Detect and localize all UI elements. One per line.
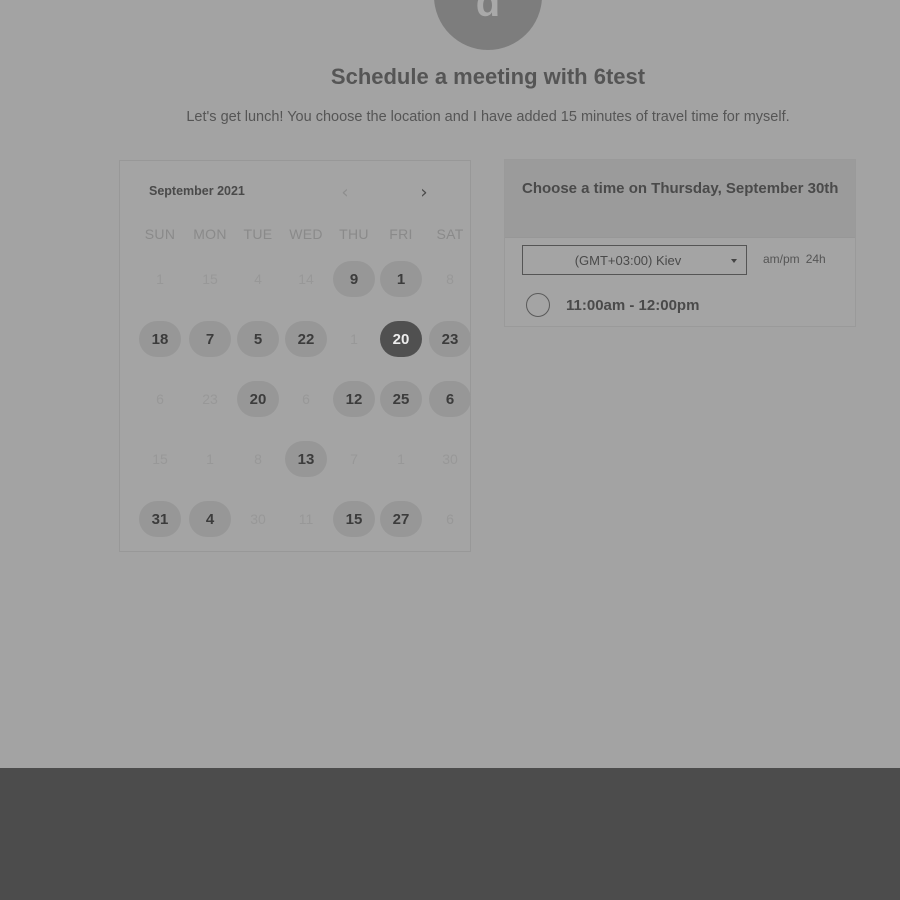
day-cell[interactable]: 23 — [429, 321, 471, 357]
time-slot-label: 11:00am - 12:00pm — [566, 296, 700, 314]
day-cell[interactable]: 4 — [189, 501, 231, 537]
day-cell[interactable]: 9 — [333, 261, 375, 297]
timezone-select[interactable]: (GMT+03:00) Kiev — [522, 245, 747, 275]
page-title: Schedule a meeting with 6test — [330, 64, 646, 89]
caret-down-icon — [731, 259, 737, 263]
day-cell[interactable]: 18 — [139, 321, 181, 357]
weekday-label: THU — [339, 226, 369, 242]
chevron-right-icon[interactable]: › — [414, 183, 434, 203]
day-cell[interactable]: 25 — [380, 381, 422, 417]
weekday-label: SAT — [436, 226, 464, 242]
day-cell: 8 — [446, 271, 454, 287]
day-cell[interactable]: 31 — [139, 501, 181, 537]
day-cell[interactable]: 15 — [333, 501, 375, 537]
time-panel-header: Choose a time on Thursday, September 30t… — [505, 160, 855, 238]
weekday-label: MON — [193, 226, 227, 242]
time-format-toggle: am/pm 24h — [763, 252, 826, 266]
avatar-letter: d — [475, 0, 501, 25]
day-cell: 6 — [302, 391, 310, 407]
day-cell[interactable]: 20 — [237, 381, 279, 417]
weekday-label: TUE — [243, 226, 273, 242]
calendar-panel: September 2021 ‹ › SUN MON TUE WED THU FRI SAT… — [119, 160, 471, 552]
day-cell[interactable]: 13 — [285, 441, 327, 477]
day-cell: 30 — [250, 511, 266, 527]
day-cell: 7 — [350, 451, 358, 467]
chevron-left-icon[interactable]: ‹ — [335, 183, 355, 203]
day-cell[interactable]: 27 — [380, 501, 422, 537]
day-cell[interactable]: 22 — [285, 321, 327, 357]
day-cell[interactable]: 12 — [333, 381, 375, 417]
day-cell: 1 — [397, 451, 405, 467]
month-label: September 2021 — [149, 184, 245, 198]
day-cell-selected[interactable]: 20 — [380, 321, 422, 357]
time-panel: Choose a time on Thursday, September 30t… — [504, 159, 856, 327]
day-cell: 11 — [298, 511, 314, 527]
day-cell[interactable]: 7 — [189, 321, 231, 357]
day-cell: 14 — [298, 271, 314, 287]
timezone-value: (GMT+03:00) Kiev — [574, 253, 682, 268]
weekday-label: WED — [289, 226, 323, 242]
day-cell: 15 — [152, 451, 168, 467]
day-cell[interactable]: 5 — [237, 321, 279, 357]
radio-circle-icon[interactable] — [526, 293, 550, 317]
day-cell[interactable]: 6 — [429, 381, 471, 417]
host-avatar: d — [434, 0, 542, 50]
time-heading: Choose a time on Thursday, September 30t… — [522, 180, 839, 197]
weekday-label: FRI — [389, 226, 413, 242]
day-cell: 1 — [206, 451, 214, 467]
day-cell: 1 — [350, 331, 358, 347]
day-cell: 4 — [254, 271, 262, 287]
format-12h-option[interactable]: am/pm — [763, 252, 800, 266]
day-cell: 6 — [156, 391, 164, 407]
day-cell: 30 — [442, 451, 458, 467]
time-slot[interactable]: 11:00am - 12:00pm — [526, 292, 699, 318]
day-cell: 1 — [156, 271, 164, 287]
day-cell: 15 — [202, 271, 218, 287]
footer-bar — [0, 768, 900, 900]
day-cell: 6 — [446, 511, 454, 527]
format-24h-option[interactable]: 24h — [806, 252, 826, 266]
day-cell: 8 — [254, 451, 262, 467]
weekday-label: SUN — [144, 226, 176, 242]
day-cell[interactable]: 1 — [380, 261, 422, 297]
day-cell: 23 — [202, 391, 218, 407]
meeting-description: Let's get lunch! You choose the location… — [186, 109, 790, 125]
